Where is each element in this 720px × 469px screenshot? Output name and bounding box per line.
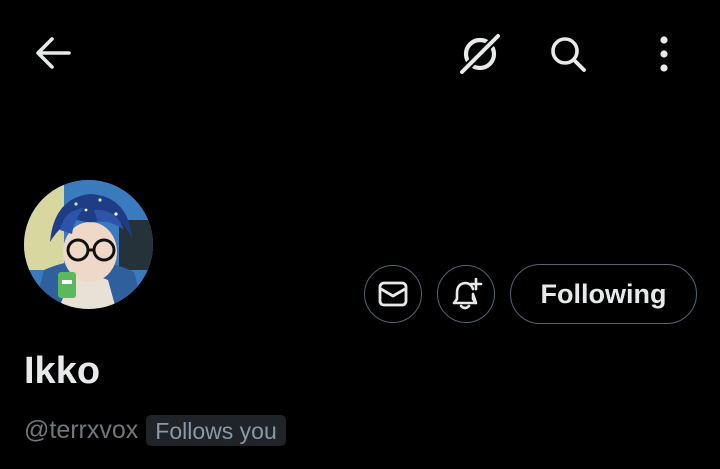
search-button[interactable] [544, 30, 592, 78]
top-bar [0, 0, 720, 106]
grok-button[interactable] [453, 30, 507, 78]
back-button[interactable] [30, 33, 76, 73]
arrow-left-icon [36, 37, 71, 69]
display-name: Ikko [24, 350, 101, 392]
following-label: Following [540, 278, 667, 309]
more-options-button[interactable] [648, 30, 680, 78]
handle-row: @terrxvox Follows you [24, 414, 286, 446]
following-button[interactable]: Following [510, 264, 697, 324]
more-vertical-icon [660, 36, 668, 72]
search-icon [551, 37, 586, 72]
user-handle: @terrxvox [24, 416, 139, 444]
bell-plus-icon [452, 277, 483, 310]
avatar-image [24, 180, 153, 309]
follows-you-badge: Follows you [146, 414, 286, 446]
grok-icon [458, 32, 502, 76]
notifications-button[interactable] [437, 265, 495, 323]
avatar[interactable] [24, 180, 153, 309]
envelope-icon [378, 281, 408, 307]
message-button[interactable] [364, 265, 422, 323]
